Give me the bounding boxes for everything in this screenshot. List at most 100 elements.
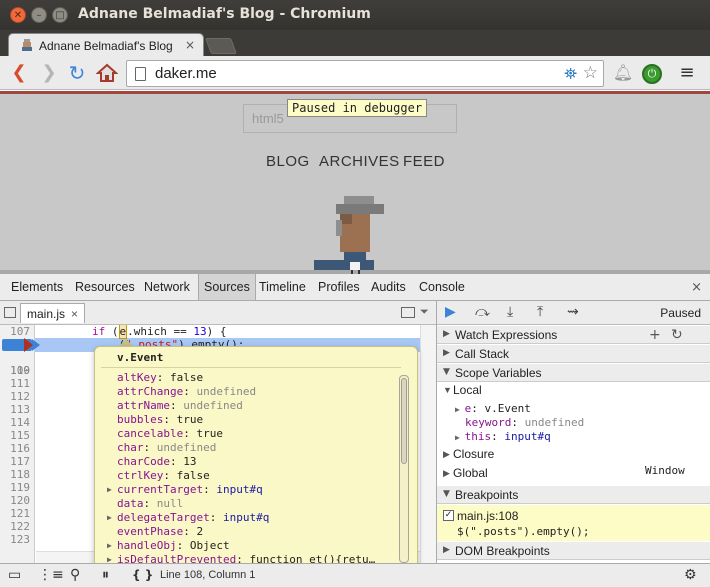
scope-closure-label[interactable]: Closure bbox=[453, 447, 494, 461]
popover-property-row: char: undefined bbox=[117, 441, 217, 454]
expand-triangle-icon[interactable]: ▶ bbox=[107, 483, 112, 497]
popover-property-row: data: null bbox=[117, 497, 184, 510]
collapse-triangle-icon[interactable]: ▼ bbox=[443, 385, 452, 395]
settings-gear-icon[interactable]: ⚙ bbox=[684, 567, 697, 583]
popover-scroll-thumb[interactable] bbox=[401, 378, 407, 464]
line-number[interactable]: 118 bbox=[0, 468, 30, 481]
line-number[interactable]: 120 bbox=[0, 494, 30, 507]
breakpoint-item[interactable]: ✓ main.js:108 $(".posts").empty(); bbox=[437, 505, 710, 541]
line-number[interactable]: 113 bbox=[0, 403, 30, 416]
file-tab-close-icon[interactable]: × bbox=[71, 307, 78, 321]
line-number[interactable]: 117 bbox=[0, 455, 30, 468]
property-value: true bbox=[196, 427, 223, 440]
scope-variable-row[interactable]: ▶ this: input#q bbox=[455, 430, 551, 444]
line-number[interactable]: 119 bbox=[0, 481, 30, 494]
expand-triangle-icon[interactable]: ▶ bbox=[455, 405, 465, 414]
scope-global-label[interactable]: Global bbox=[453, 466, 488, 480]
tab-close-icon[interactable]: × bbox=[185, 38, 195, 52]
notification-bell-icon[interactable]: 🔔︎ bbox=[612, 62, 634, 84]
editor-tab-list-icon[interactable]: ⏷ bbox=[420, 305, 429, 319]
expand-triangle-icon[interactable]: ▶ bbox=[107, 511, 112, 525]
toggle-navigator-icon[interactable] bbox=[4, 307, 16, 318]
window-close-button[interactable]: ✕ bbox=[10, 7, 26, 23]
line-number[interactable]: 122 bbox=[0, 520, 30, 533]
property-value: undefined bbox=[183, 399, 243, 412]
debugger-status: Paused bbox=[660, 306, 701, 320]
line-number[interactable]: 114 bbox=[0, 416, 30, 429]
popover-scrollbar[interactable] bbox=[399, 375, 409, 563]
deactivate-breakpoints-icon[interactable]: ⇝ bbox=[567, 304, 579, 320]
editor-vertical-scrollbar[interactable] bbox=[420, 325, 436, 563]
tab-network[interactable]: Network bbox=[139, 274, 195, 300]
tab-resources[interactable]: Resources bbox=[70, 274, 140, 300]
property-key: handleObj bbox=[117, 539, 177, 552]
line-number[interactable]: 116 bbox=[0, 442, 30, 455]
back-button-icon[interactable]: ❮ bbox=[8, 62, 30, 84]
search-icon[interactable]: ⚲ bbox=[70, 567, 80, 583]
line-number[interactable]: 107 bbox=[0, 325, 30, 338]
popover-property-row[interactable]: ▶ handleObj: Object bbox=[107, 539, 230, 553]
scope-local-label[interactable]: Local bbox=[453, 383, 482, 397]
tab-profiles[interactable]: Profiles bbox=[313, 274, 365, 300]
nav-link-blog[interactable]: BLOG bbox=[266, 153, 310, 170]
dom-breakpoints-header[interactable]: ▶ DOM Breakpoints bbox=[437, 541, 710, 560]
tab-elements[interactable]: Elements bbox=[6, 274, 68, 300]
menu-icon[interactable]: ≡ bbox=[676, 62, 698, 84]
forward-button-icon[interactable]: ❯ bbox=[38, 62, 60, 84]
section-label: Call Stack bbox=[455, 347, 510, 361]
show-drawer-icon[interactable]: ⋮≡ bbox=[38, 567, 64, 583]
resume-icon[interactable]: ▶ bbox=[445, 304, 456, 320]
hovered-identifier[interactable]: e bbox=[118, 325, 128, 339]
line-number-gutter[interactable]: 107 108 109 110 111 112 113 114 115 116 … bbox=[0, 325, 35, 563]
expand-triangle-icon[interactable]: ▶ bbox=[443, 449, 450, 460]
bookmark-star-icon[interactable]: ☆ bbox=[583, 63, 598, 83]
line-number[interactable]: 115 bbox=[0, 429, 30, 442]
editor-file-tab[interactable]: main.js × bbox=[20, 303, 86, 323]
tab-audits[interactable]: Audits bbox=[366, 274, 411, 300]
popover-property-row[interactable]: ▶ delegateTarget: input#q bbox=[107, 511, 269, 525]
breakpoints-header[interactable]: ▼ Breakpoints bbox=[437, 485, 710, 504]
omnibox[interactable]: daker.me ⛯ ☆ bbox=[126, 60, 604, 87]
browser-tab[interactable]: Adnane Belmadiaf's Blog × bbox=[8, 33, 204, 57]
line-number[interactable]: 111 bbox=[0, 377, 30, 390]
extension-icon[interactable]: ⏻ bbox=[642, 64, 662, 84]
scope-variable-row[interactable]: ▶ e: v.Event bbox=[455, 402, 531, 416]
pretty-print-icon[interactable]: { } bbox=[132, 568, 153, 582]
tab-console[interactable]: Console bbox=[414, 274, 470, 300]
refresh-watch-icon[interactable]: ↻ bbox=[671, 327, 683, 343]
popover-property-row[interactable]: ▶ currentTarget: input#q bbox=[107, 483, 263, 497]
nav-link-archives[interactable]: ARCHIVES bbox=[319, 153, 400, 170]
home-icon[interactable] bbox=[96, 63, 118, 83]
scope-variable-row[interactable]: keyword: undefined bbox=[465, 416, 584, 430]
line-number[interactable]: 112 bbox=[0, 390, 30, 403]
line-number[interactable]: 123 bbox=[0, 533, 30, 546]
new-tab-button[interactable] bbox=[205, 38, 237, 54]
reload-icon[interactable]: ↻ bbox=[66, 62, 88, 84]
nav-link-feed[interactable]: FEED bbox=[403, 153, 445, 170]
step-out-icon[interactable]: ⤒ bbox=[537, 304, 543, 320]
devtools-close-icon[interactable]: × bbox=[691, 280, 702, 295]
window-minimize-button[interactable]: – bbox=[31, 7, 47, 23]
breakpoint-checkbox[interactable]: ✓ bbox=[443, 510, 454, 521]
breakpoint-location[interactable]: main.js:108 bbox=[457, 509, 518, 523]
debugger-icon[interactable]: ⛯ bbox=[564, 64, 577, 84]
step-into-icon[interactable]: ⤓ bbox=[507, 304, 513, 320]
object-inspector-popover[interactable]: v.Event altKey: false attrChange: undefin… bbox=[94, 346, 418, 572]
add-watch-icon[interactable]: + bbox=[649, 327, 661, 343]
call-stack-header[interactable]: ▶ Call Stack bbox=[437, 344, 710, 363]
tab-sources[interactable]: Sources bbox=[198, 274, 256, 300]
line-number[interactable]: 121 bbox=[0, 507, 30, 520]
pause-on-exceptions-icon[interactable]: ⏸ bbox=[102, 567, 109, 583]
tab-timeline[interactable]: Timeline bbox=[254, 274, 311, 300]
window-maximize-button[interactable]: □ bbox=[52, 7, 68, 23]
watch-expressions-header[interactable]: ▶ Watch Expressions + ↻ bbox=[437, 325, 710, 344]
expand-triangle-icon[interactable]: ▶ bbox=[455, 433, 465, 442]
line-number[interactable]: 110 bbox=[0, 364, 30, 377]
step-over-icon[interactable]: ⤼ bbox=[475, 304, 490, 320]
url-text[interactable]: daker.me bbox=[155, 65, 217, 82]
toggle-debugger-panel-icon[interactable] bbox=[401, 307, 415, 318]
dock-icon[interactable]: ▭ bbox=[8, 567, 21, 583]
expand-triangle-icon[interactable]: ▶ bbox=[107, 539, 112, 553]
expand-triangle-icon[interactable]: ▶ bbox=[443, 468, 450, 479]
scope-variables-header[interactable]: ▼ Scope Variables bbox=[437, 363, 710, 382]
